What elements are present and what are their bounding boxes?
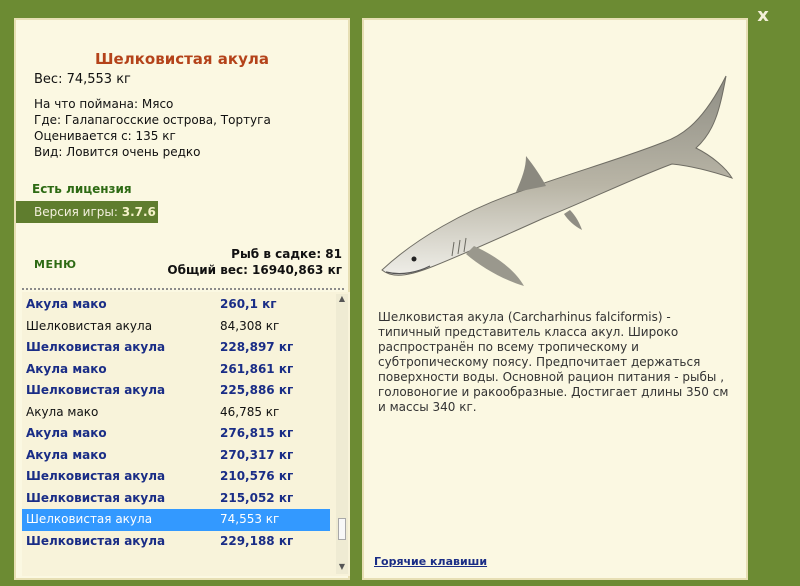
list-item[interactable]: Акула мако 260,1 кг: [22, 294, 330, 316]
scrollbar-thumb[interactable]: [338, 518, 346, 540]
fish-name: Акула мако: [26, 404, 99, 419]
fish-info-panel: Шелковистая акула Вес: 74,553 кг На что …: [14, 18, 350, 580]
hotkeys-link[interactable]: Горячие клавиши: [374, 555, 487, 568]
fish-weight-cell: 84,308 кг: [220, 318, 280, 333]
list-item[interactable]: Шелковистая акула 210,576 кг: [22, 466, 330, 488]
fish-name: Акула мако: [26, 447, 107, 462]
fish-weight-cell: 229,188 кг: [220, 533, 294, 548]
fish-weight-cell: 276,815 кг: [220, 426, 294, 440]
fish-picture-panel: Шелковистая акула (Carcharhinus falcifor…: [362, 18, 748, 580]
total-weight: Общий вес: 16940,863 кг: [167, 263, 342, 277]
fish-weight-cell: 215,052 кг: [220, 490, 294, 505]
fish-name: Акула мако: [26, 426, 107, 440]
location: Где: Галапагосские острова, Тортуга: [34, 113, 271, 127]
fish-weight-cell: 260,1 кг: [220, 297, 277, 311]
shark-image: [381, 75, 734, 286]
list-item[interactable]: Шелковистая акула 74,553 кг: [22, 509, 330, 531]
fish-name: Шелковистая акула: [26, 318, 153, 333]
fish-in-cage: Рыб в садке: 81: [231, 247, 342, 261]
list-item[interactable]: Акула мако 46,785 кг: [22, 402, 330, 424]
close-icon[interactable]: x: [752, 6, 774, 26]
fish-title: Шелковистая акула: [95, 50, 269, 68]
fish-name: Шелковистая акула: [26, 383, 166, 397]
fish-weight-cell: 46,785 кг: [220, 404, 280, 419]
catch-list: Акула мако 260,1 кг Шелковистая акула 84,30…: [22, 292, 350, 576]
valued-from: Оценивается с: 135 кг: [34, 129, 176, 143]
list-item[interactable]: Шелковистая акула 225,886 кг: [22, 380, 330, 402]
version-value: 3.7.6: [121, 205, 156, 219]
list-item[interactable]: Шелковистая акула 84,308 кг: [22, 316, 330, 338]
license-status: Есть лицензия: [32, 182, 132, 196]
fish-name: Акула мако: [26, 297, 107, 311]
fish-name: Шелковистая акула: [26, 340, 166, 354]
fish-name: Шелковистая акула: [26, 469, 166, 483]
fish-name: Акула мако: [26, 361, 107, 376]
fish-weight-cell: 228,897 кг: [220, 340, 294, 354]
version-label: Версия игры:: [34, 205, 122, 219]
caught-on: На что поймана: Мясо: [34, 97, 174, 111]
menu-button[interactable]: МЕНЮ: [34, 258, 77, 271]
list-item[interactable]: Шелковистая акула 228,897 кг: [22, 337, 330, 359]
catch-list-rows: Акула мако 260,1 кг Шелковистая акула 84,30…: [22, 294, 330, 552]
list-item[interactable]: Акула мако 270,317 кг: [22, 445, 330, 467]
fish-kind: Вид: Ловится очень редко: [34, 145, 201, 159]
fish-weight: Вес: 74,553 кг: [34, 72, 131, 87]
cage-stats: Рыб в садке: 81 Общий вес: 16940,863 кг: [167, 246, 342, 278]
scroll-down-icon[interactable]: ▼: [337, 562, 347, 571]
fish-weight-cell: 225,886 кг: [220, 383, 294, 397]
divider: [22, 288, 344, 290]
fish-weight-cell: 261,861 кг: [220, 361, 294, 376]
fish-weight-cell: 210,576 кг: [220, 469, 294, 483]
fish-name: Шелковистая акула: [26, 533, 166, 548]
fish-weight-cell: 74,553 кг: [220, 512, 280, 526]
fish-name: Шелковистая акула: [26, 490, 166, 505]
list-item[interactable]: Акула мако 276,815 кг: [22, 423, 330, 445]
list-item[interactable]: Шелковистая акула 229,188 кг: [22, 531, 330, 553]
version-badge: Версия игры: 3.7.6: [16, 201, 158, 223]
scrollbar[interactable]: ▲ ▼: [336, 294, 348, 574]
fish-details: На что поймана: Мясо Где: Галапагосские …: [34, 96, 271, 160]
fish-description: Шелковистая акула (Carcharhinus falcifor…: [378, 310, 729, 414]
fish-name: Шелковистая акула: [26, 512, 153, 526]
list-item[interactable]: Шелковистая акула 215,052 кг: [22, 488, 330, 510]
scroll-up-icon[interactable]: ▲: [337, 294, 347, 303]
list-item[interactable]: Акула мако 261,861 кг: [22, 359, 330, 381]
window-frame: x Шелковистая акула Вес: 74,553 кг На чт…: [0, 0, 800, 586]
fish-weight-cell: 270,317 кг: [220, 447, 294, 462]
